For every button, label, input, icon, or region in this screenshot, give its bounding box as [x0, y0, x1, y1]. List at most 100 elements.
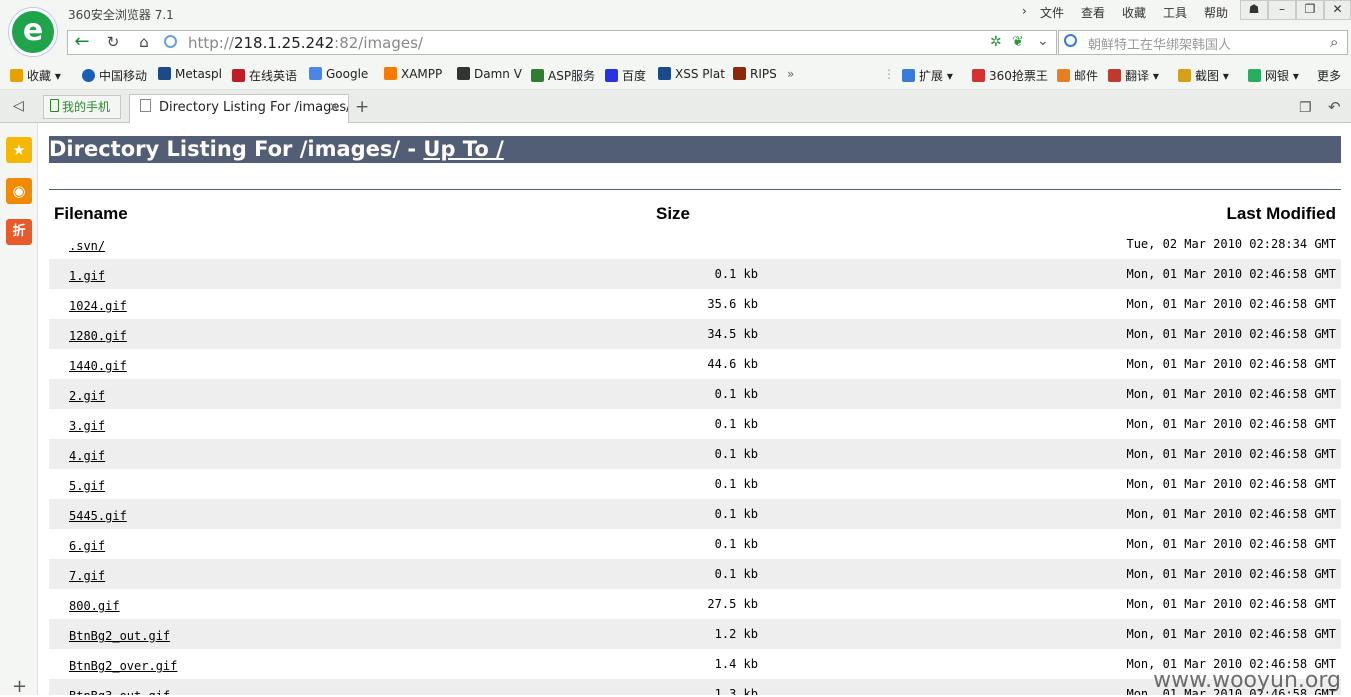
table-row: BtnBg2_out.gif 1.2 kb Mon, 01 Mar 2010 02:… [49, 619, 1341, 649]
more-bookmarks-chevron-icon[interactable]: » [787, 67, 794, 81]
file-link[interactable]: 800.gif [69, 599, 120, 613]
bookmark-metasploit[interactable]: Metaspl [158, 67, 222, 81]
up-to-link[interactable]: Up To / [423, 137, 503, 161]
sidebar-weibo-icon[interactable]: ◉ [6, 178, 32, 204]
file-link[interactable]: BtnBg2_over.gif [69, 659, 177, 673]
file-link[interactable]: 1.gif [69, 269, 105, 283]
menu-view[interactable]: 查看 [1081, 4, 1105, 21]
toolbar-ticket-grabber[interactable]: 360抢票王 [972, 67, 1048, 84]
close-tab-icon[interactable]: ✕ [329, 100, 339, 114]
bookmark-damn-v[interactable]: Damn V [457, 67, 522, 81]
bookmark-baidu[interactable]: 百度 [605, 67, 646, 84]
bookmark-asp-service[interactable]: ASP服务 [531, 67, 595, 84]
table-row: 5.gif 0.1 kb Mon, 01 Mar 2010 02:46:58 GMT [49, 469, 1341, 499]
file-size: 34.5 kb [707, 327, 758, 341]
bookmark-favorites[interactable]: 收藏 ▾ [10, 67, 61, 84]
header-size: Size [656, 204, 691, 223]
chevron-down-icon[interactable]: ⌄ [1037, 33, 1049, 49]
undo-close-icon[interactable]: ↶ [1328, 98, 1341, 116]
sidebar-deals-icon[interactable]: 折 [6, 219, 32, 245]
window-title: 360安全浏览器 7.1 [68, 8, 174, 22]
file-link[interactable]: 3.gif [69, 419, 105, 433]
search-input[interactable]: 朝鲜特工在华绑架韩国人 [1088, 34, 1231, 53]
chevron-right-icon[interactable]: › [1022, 4, 1027, 18]
english-icon [232, 69, 245, 82]
menu-file[interactable]: 文件 [1040, 4, 1064, 21]
file-link[interactable]: 6.gif [69, 539, 105, 553]
file-link[interactable]: BtnBg2_out.gif [69, 629, 170, 643]
bookmark-google[interactable]: Google [309, 67, 368, 81]
file-link[interactable]: 7.gif [69, 569, 105, 583]
toolbar-mail[interactable]: 邮件 [1057, 67, 1098, 84]
file-modified: Mon, 01 Mar 2010 02:46:58 GMT [1126, 507, 1336, 521]
file-link[interactable]: BtnBg3_out.gif [69, 689, 170, 695]
table-row: 1024.gif 35.6 kb Mon, 01 Mar 2010 02:46:58… [49, 289, 1341, 319]
file-link[interactable]: .svn/ [69, 239, 105, 253]
file-link[interactable]: 1280.gif [69, 329, 127, 343]
search-engine-icon[interactable] [1064, 34, 1077, 47]
file-size: 27.5 kb [707, 597, 758, 611]
bookmark-rips[interactable]: RIPS [733, 67, 777, 81]
translate-icon [1108, 69, 1121, 82]
minimize-icon[interactable]: – [1268, 0, 1296, 20]
table-row: 7.gif 0.1 kb Mon, 01 Mar 2010 02:46:58 GMT [49, 559, 1341, 589]
extensions-icon [902, 69, 915, 82]
file-link[interactable]: 2.gif [69, 389, 105, 403]
damn-v-icon [457, 67, 470, 80]
drag-handle-icon[interactable]: ⋮ [883, 67, 895, 81]
url-text[interactable]: http://218.1.25.242:82/images/ [188, 34, 423, 52]
speedup-icon[interactable]: ✲ [990, 34, 1002, 50]
toolbar-translate[interactable]: 翻译 ▾ [1108, 67, 1159, 84]
browser-logo-icon[interactable]: e [9, 8, 57, 56]
page-content: Directory Listing For /images/ - Up To /… [38, 123, 1351, 695]
file-size: 0.1 kb [714, 417, 758, 431]
toolbar-more[interactable]: 更多 [1317, 67, 1341, 84]
file-link[interactable]: 5445.gif [69, 509, 127, 523]
toolbar-screenshot[interactable]: 截图 ▾ [1178, 67, 1229, 84]
bookmark-xss-platform[interactable]: XSS Plat [658, 67, 725, 81]
table-row: 1440.gif 44.6 kb Mon, 01 Mar 2010 02:46:58… [49, 349, 1341, 379]
refresh-icon[interactable]: ↻ [102, 31, 124, 53]
skin-icon[interactable]: ☗ [1240, 0, 1268, 20]
new-tab-icon[interactable]: + [355, 97, 369, 117]
toolbar-extensions[interactable]: 扩展 ▾ [902, 67, 953, 84]
file-modified: Mon, 01 Mar 2010 02:46:58 GMT [1126, 387, 1336, 401]
baidu-paw-icon [605, 69, 618, 82]
table-row: BtnBg3_out.gif1.3 kbMon, 01 Mar 2010 02:… [49, 679, 1341, 695]
home-icon[interactable]: ⌂ [133, 31, 155, 53]
tab-my-phone[interactable]: 我的手机 [43, 95, 121, 119]
file-size: 0.1 kb [714, 537, 758, 551]
table-row: 6.gif 0.1 kb Mon, 01 Mar 2010 02:46:58 GMT [49, 529, 1341, 559]
bookmark-xampp[interactable]: XAMPP [384, 67, 442, 81]
china-mobile-icon [82, 69, 95, 82]
file-link[interactable]: 4.gif [69, 449, 105, 463]
table-row: 3.gif 0.1 kb Mon, 01 Mar 2010 02:46:58 GMT [49, 409, 1341, 439]
tab-directory-listing[interactable]: Directory Listing For /images/ [129, 94, 349, 123]
leaf-icon[interactable]: ❦ [1012, 34, 1024, 50]
table-row: .svn/Tue, 02 Mar 2010 02:28:34 GMT [49, 229, 1341, 259]
bookmark-china-mobile[interactable]: 中国移动 [82, 67, 147, 84]
menu-favorites[interactable]: 收藏 [1122, 4, 1146, 21]
restore-icon[interactable]: ❐ [1296, 0, 1324, 20]
file-modified: Mon, 01 Mar 2010 02:46:58 GMT [1126, 567, 1336, 581]
sidebar-toggle-icon[interactable]: ◁ [13, 98, 24, 114]
file-link[interactable]: 1440.gif [69, 359, 127, 373]
mail-icon [1057, 69, 1070, 82]
sidebar-favorites-star-icon[interactable]: ★ [6, 137, 32, 163]
toolbar-online-banking[interactable]: 网银 ▾ [1248, 67, 1299, 84]
tab-list-icon[interactable]: ❐ [1299, 100, 1312, 116]
file-link[interactable]: 1024.gif [69, 299, 127, 313]
file-link[interactable]: 5.gif [69, 479, 105, 493]
file-modified: Mon, 01 Mar 2010 02:46:58 GMT [1126, 627, 1336, 641]
bookmark-online-english[interactable]: 在线英语 [232, 67, 297, 84]
close-icon[interactable]: ✕ [1324, 0, 1351, 20]
menu-help[interactable]: 帮助 [1204, 4, 1228, 21]
sidebar-add-icon[interactable]: + [12, 676, 27, 697]
back-arrow-icon[interactable]: ← [71, 31, 93, 53]
table-row: 4.gif 0.1 kb Mon, 01 Mar 2010 02:46:58 GMT [49, 439, 1341, 469]
menu-tools[interactable]: 工具 [1163, 4, 1187, 21]
metasploit-icon [158, 67, 171, 80]
xss-icon [658, 67, 671, 80]
scissors-icon [1178, 69, 1191, 82]
search-icon[interactable]: ⌕ [1330, 33, 1338, 51]
